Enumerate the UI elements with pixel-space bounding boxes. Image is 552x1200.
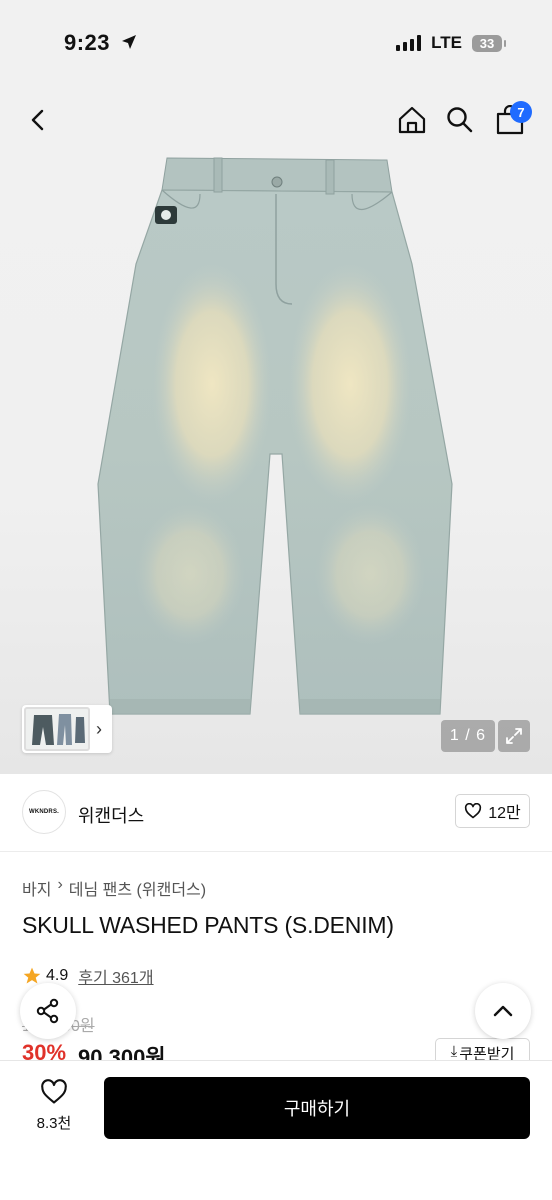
chevron-right-icon: › [96,718,102,739]
scroll-top-button[interactable] [475,983,531,1039]
battery-icon: 33 [472,34,506,52]
status-indicators: LTE 33 [396,33,506,53]
search-button[interactable] [438,98,482,142]
breadcrumb-separator-icon: › [57,876,63,893]
location-arrow-icon [120,33,138,56]
status-bar: 9:23 LTE 33 [0,0,552,90]
heart-icon [465,803,482,819]
brand-like-count: 12만 [488,805,521,822]
wishlist-count: 8.3천 [36,1115,72,1132]
buy-button[interactable]: 구매하기 [104,1077,530,1139]
breadcrumb-item[interactable]: 데님 팬츠 (위캔더스) [69,876,206,900]
back-button[interactable] [16,98,60,142]
status-time: 9:23 [64,30,111,55]
price-row: 30% 90,300원 [22,1040,166,1060]
home-button[interactable] [390,98,434,142]
download-icon: ⤓ [450,1043,458,1060]
brand-name[interactable]: 위캔더스 [78,802,144,828]
breadcrumb-item[interactable]: 바지 [22,876,51,900]
image-counter: 1 / 6 [441,720,495,752]
cart-button[interactable]: 7 [488,98,532,142]
share-icon [36,998,59,1024]
product-title: SKULL WASHED PANTS (S.DENIM) [22,912,394,938]
signal-icon [396,35,422,51]
chevron-up-icon [493,1005,513,1017]
coupon-button[interactable]: ⤓ 쿠폰받기 [435,1038,530,1060]
brand-like-button[interactable]: 12만 [455,794,530,828]
review-link[interactable]: 후기 361개 [78,964,153,988]
cart-badge: 7 [510,101,532,123]
wishlist-button[interactable]: 8.3천 [22,1079,86,1133]
expand-button[interactable] [498,720,530,752]
brand-logo[interactable]: WKNDRS. [22,790,66,834]
search-icon [447,107,473,133]
product-gallery[interactable]: › 1 / 6 [0,154,552,774]
bottom-action-bar: 8.3천 구매하기 [0,1060,552,1200]
brand-row[interactable]: WKNDRS. 위캔더스 12만 [0,774,552,852]
heart-icon [41,1079,67,1104]
coupon-label: 쿠폰받기 [459,1046,515,1060]
home-icon [398,106,426,134]
share-button[interactable] [20,983,76,1039]
star-icon [23,967,41,984]
top-nav: 7 [0,90,552,154]
thumbnail-strip[interactable]: › [22,705,112,753]
network-label: LTE [431,33,462,52]
breadcrumb: 바지 › 데님 팬츠 (위캔더스) [22,876,206,900]
expand-icon [506,728,522,744]
discount-rate: 30% [22,1040,67,1060]
sale-price: 90,300원 [78,1045,166,1060]
thumbnail-image[interactable] [24,707,90,751]
chevron-left-icon [31,109,44,131]
product-image [97,157,453,715]
